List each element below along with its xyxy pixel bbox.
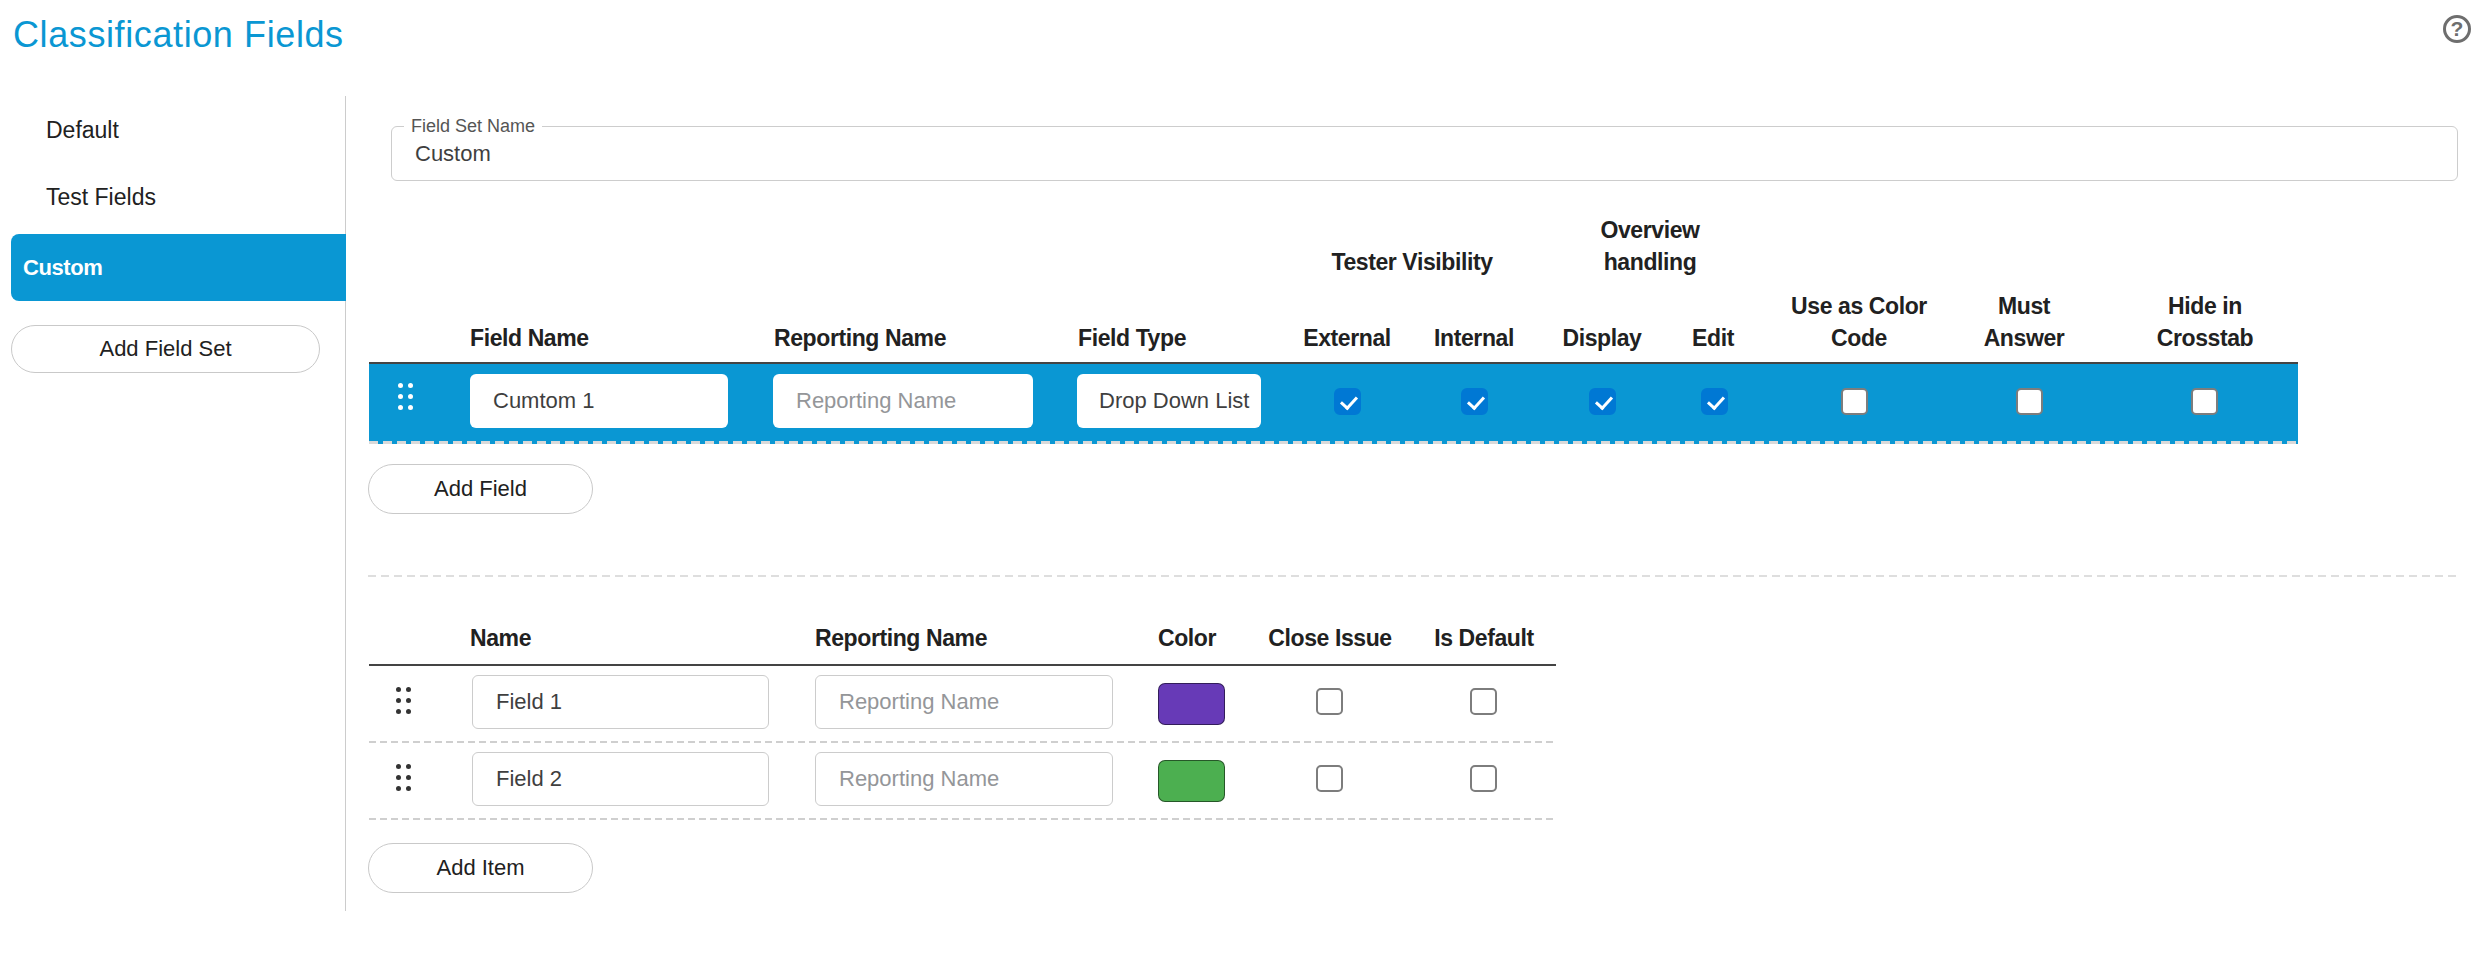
- sidebar-item-label: Default: [46, 117, 119, 144]
- field-reporting-name-input[interactable]: [773, 374, 1033, 428]
- item-reporting-name-input[interactable]: [815, 752, 1113, 806]
- items-header-name: Name: [470, 622, 531, 654]
- col-header-field-name: Field Name: [470, 322, 589, 354]
- col-header-reporting-name: Reporting Name: [774, 322, 946, 354]
- color-swatch[interactable]: [1158, 683, 1225, 725]
- drag-handle-icon[interactable]: [396, 764, 411, 791]
- color-swatch[interactable]: [1158, 760, 1225, 802]
- field-name-input[interactable]: [470, 374, 728, 428]
- item-row: [369, 743, 1556, 820]
- items-header-reporting-name: Reporting Name: [815, 622, 987, 654]
- checkbox-edit[interactable]: [1701, 388, 1728, 415]
- sidebar-item-label: Test Fields: [46, 184, 156, 211]
- sidebar-item-test-fields[interactable]: Test Fields: [11, 164, 346, 231]
- checkbox-use-as-color-code[interactable]: [1841, 388, 1868, 415]
- checkbox-must-answer[interactable]: [2016, 388, 2043, 415]
- drag-handle-icon[interactable]: [398, 383, 413, 410]
- page-title: Classification Fields: [13, 14, 344, 56]
- col-header-must-answer: Must Answer: [1964, 290, 2084, 354]
- checkbox-close-issue[interactable]: [1316, 765, 1343, 792]
- sidebar-item-default[interactable]: Default: [11, 97, 346, 164]
- col-header-hide-in-crosstab: Hide in Crosstab: [2135, 290, 2275, 354]
- group-header-tester-visibility: Tester Visibility: [1262, 246, 1562, 278]
- checkbox-internal[interactable]: [1461, 388, 1488, 415]
- checkbox-hide-in-crosstab[interactable]: [2191, 388, 2218, 415]
- field-type-value: Drop Down List: [1099, 388, 1249, 414]
- col-header-use-as-color-code: Use as Color Code: [1784, 290, 1934, 354]
- group-header-overview-handling: Overview handling: [1570, 214, 1730, 278]
- row-separator: [369, 818, 1556, 820]
- checkbox-is-default[interactable]: [1470, 688, 1497, 715]
- add-field-set-button[interactable]: Add Field Set: [11, 325, 320, 373]
- add-field-button[interactable]: Add Field: [368, 464, 593, 514]
- checkbox-is-default[interactable]: [1470, 765, 1497, 792]
- field-row: Drop Down List: [369, 362, 2298, 444]
- items-header-is-default: Is Default: [1384, 622, 1584, 654]
- checkbox-external[interactable]: [1334, 388, 1361, 415]
- help-icon[interactable]: ?: [2443, 15, 2471, 43]
- item-name-input[interactable]: [472, 752, 769, 806]
- item-reporting-name-input[interactable]: [815, 675, 1113, 729]
- sidebar-item-label: Custom: [23, 255, 103, 281]
- checkbox-display[interactable]: [1589, 388, 1616, 415]
- sidebar-item-custom[interactable]: Custom: [11, 234, 346, 301]
- checkbox-close-issue[interactable]: [1316, 688, 1343, 715]
- col-header-field-type: Field Type: [1078, 322, 1186, 354]
- drag-handle-icon[interactable]: [396, 687, 411, 714]
- field-set-name-input[interactable]: [391, 126, 2458, 181]
- section-divider: [368, 575, 2460, 577]
- page: Classification Fields ? Default Test Fie…: [0, 0, 2488, 960]
- item-name-input[interactable]: [472, 675, 769, 729]
- item-row: [369, 666, 1556, 743]
- field-type-select[interactable]: Drop Down List: [1077, 374, 1261, 428]
- field-set-name-value: Custom: [415, 126, 491, 181]
- add-item-button[interactable]: Add Item: [368, 843, 593, 893]
